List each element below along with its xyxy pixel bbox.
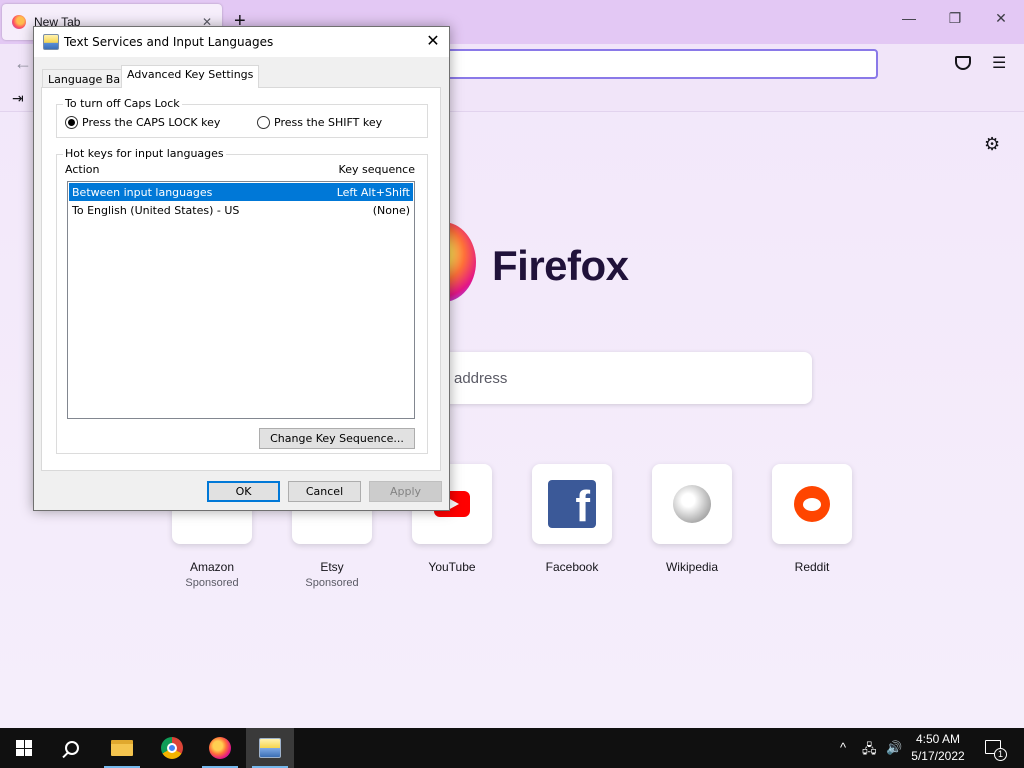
shortcut-label: Wikipedia	[665, 560, 719, 574]
ok-button[interactable]: OK	[207, 481, 280, 502]
clock-time: 4:50 AM	[915, 732, 961, 746]
tab-language-bar[interactable]: Language Bar	[42, 69, 131, 87]
hotkey-action: To English (United States) - US	[72, 203, 240, 217]
shortcut-label: YouTube	[428, 560, 476, 574]
taskbar-firefox[interactable]	[196, 728, 244, 768]
search-icon	[65, 741, 79, 755]
wikipedia-globe-icon	[673, 485, 711, 523]
folder-icon	[111, 740, 133, 756]
shortcut-wikipedia[interactable]: Wikipedia	[644, 464, 740, 574]
shortcut-label: Amazon	[189, 560, 235, 574]
gear-icon[interactable]: ⚙	[984, 134, 1000, 155]
volume-icon[interactable]: 🔊	[886, 740, 902, 756]
apply-button[interactable]: Apply	[369, 481, 442, 502]
newtab-search-input[interactable]: address	[420, 352, 812, 404]
reddit-logo-icon	[794, 486, 830, 522]
dialog-title: Text Services and Input Languages	[64, 35, 274, 49]
back-arrow-icon[interactable]: ←	[14, 53, 32, 74]
dialog-titlebar[interactable]: Text Services and Input Languages ✕	[34, 27, 449, 57]
taskbar-text-services[interactable]	[246, 728, 294, 768]
taskbar-search-button[interactable]	[48, 728, 96, 768]
clock-date: 5/17/2022	[911, 749, 965, 763]
text-services-dialog: Text Services and Input Languages ✕ Lang…	[33, 26, 450, 511]
windows-logo-icon	[16, 740, 32, 756]
taskbar: ^ 🖧 🔊 4:50 AM 5/17/2022 1	[0, 728, 1024, 768]
pocket-icon[interactable]	[955, 56, 971, 70]
press-shift-radio[interactable]: Press the SHIFT key	[257, 116, 382, 129]
url-bar[interactable]	[420, 49, 878, 79]
sponsored-label: Sponsored	[305, 577, 359, 589]
cancel-button[interactable]: Cancel	[288, 481, 361, 502]
caps-lock-group-label: To turn off Caps Lock	[63, 97, 182, 110]
shortcut-reddit[interactable]: Reddit	[764, 464, 860, 574]
search-placeholder: address	[454, 369, 508, 387]
chrome-icon	[161, 737, 183, 759]
network-icon[interactable]: 🖧	[862, 740, 877, 762]
close-window-button[interactable]: ✕	[978, 10, 1024, 27]
shortcut-label: Facebook	[545, 560, 599, 574]
shortcut-label: Reddit	[794, 560, 830, 574]
show-hidden-icons-chevron-icon[interactable]: ^	[840, 740, 846, 755]
taskbar-clock[interactable]: 4:50 AM 5/17/2022	[904, 731, 972, 765]
list-item[interactable]: To English (United States) - US (None)	[69, 201, 413, 219]
column-header-key-sequence: Key sequence	[338, 163, 415, 176]
sponsored-label: Sponsored	[185, 577, 239, 589]
caps-lock-group: To turn off Caps Lock Press the CAPS LOC…	[56, 97, 428, 138]
hotkey-action: Between input languages	[72, 185, 213, 199]
column-header-action: Action	[65, 163, 100, 176]
minimize-button[interactable]: —	[886, 10, 932, 26]
radio-label: Press the CAPS LOCK key	[82, 116, 221, 129]
notification-count-badge: 1	[994, 748, 1007, 761]
hot-keys-group: Hot keys for input languages Action Key …	[56, 147, 428, 454]
dialog-close-button[interactable]: ✕	[418, 31, 448, 53]
tab-advanced-key-settings[interactable]: Advanced Key Settings	[121, 65, 260, 88]
radio-label: Press the SHIFT key	[274, 116, 383, 129]
facebook-logo-icon: f	[548, 480, 596, 528]
shortcut-label: Etsy	[320, 560, 344, 574]
list-item[interactable]: Between input languages Left Alt+Shift	[69, 183, 413, 201]
hot-keys-group-label: Hot keys for input languages	[63, 147, 226, 160]
restore-button[interactable]: ❐	[932, 10, 978, 27]
hamburger-menu-icon[interactable]: ☰	[992, 53, 1006, 73]
taskbar-file-explorer[interactable]	[98, 728, 146, 768]
press-caps-lock-radio[interactable]: Press the CAPS LOCK key	[65, 116, 220, 129]
radio-checked-icon	[65, 116, 78, 129]
keyboard-settings-icon	[43, 34, 59, 50]
hot-keys-list[interactable]: Between input languages Left Alt+Shift T…	[67, 181, 415, 419]
hotkey-sequence: (None)	[372, 203, 410, 217]
firefox-favicon-icon	[12, 15, 26, 29]
radio-unchecked-icon	[257, 116, 270, 129]
change-key-sequence-button[interactable]: Change Key Sequence...	[259, 428, 415, 449]
keyboard-settings-icon	[259, 738, 281, 758]
shortcut-facebook[interactable]: f Facebook	[524, 464, 620, 574]
advanced-key-settings-panel: To turn off Caps Lock Press the CAPS LOC…	[41, 87, 441, 471]
firefox-icon	[209, 737, 231, 759]
taskbar-chrome[interactable]	[148, 728, 196, 768]
hotkey-sequence: Left Alt+Shift	[336, 185, 410, 199]
import-bookmarks-icon[interactable]: ⇥	[12, 90, 24, 107]
firefox-wordmark: Firefox	[492, 242, 629, 289]
start-button[interactable]	[0, 728, 48, 768]
